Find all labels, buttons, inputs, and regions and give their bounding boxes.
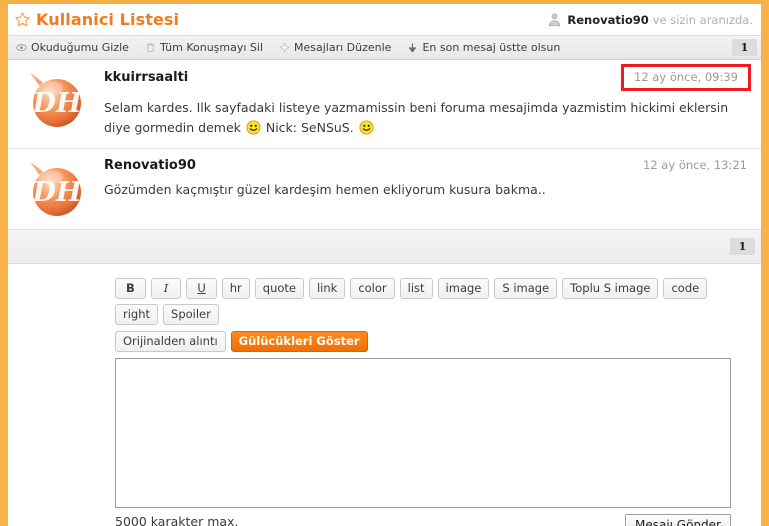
editor-footer: 5000 karakter max. Mesajı Gönder <box>8 514 761 526</box>
presence-username[interactable]: Renovatio90 <box>567 13 648 27</box>
quote-original-button[interactable]: Orijinalden alıntı <box>115 331 226 352</box>
edit-icon <box>279 42 290 53</box>
action-newest-first[interactable]: En son mesaj üstte olsun <box>407 41 560 54</box>
action-edit-messages-label: Mesajları Düzenle <box>294 41 392 54</box>
page-title: Kullanici Listesi <box>36 10 180 29</box>
smiley-icon <box>246 120 261 135</box>
presence-text: ve sizin aranızda. <box>652 12 753 27</box>
bb-link-button[interactable]: link <box>308 278 346 299</box>
bb-italic-button[interactable]: I <box>150 278 182 299</box>
bbcode-toolbar-row-2: Orijinalden alıntı Gülücükleri Göster <box>8 331 761 352</box>
eye-icon <box>16 44 27 51</box>
action-newest-first-label: En son mesaj üstte olsun <box>422 41 561 54</box>
post-text-part-1: Selam kardes. Ilk sayfadaki listeye yazm… <box>104 100 729 135</box>
page-content: Kullanici Listesi Renovatio90 ve sizin a… <box>8 4 761 526</box>
bb-bulk-s-image-button[interactable]: Toplu S image <box>562 278 659 299</box>
bb-right-button[interactable]: right <box>115 304 159 325</box>
send-message-button[interactable]: Mesajı Gönder <box>624 514 731 526</box>
post-body: kkuirrsaalti 12 ay önce, 09:39 Selam kar… <box>104 64 751 138</box>
person-icon <box>549 13 561 27</box>
bb-quote-button[interactable]: quote <box>254 278 304 299</box>
reply-form: B I U hr quote link color list image S i… <box>8 264 761 526</box>
star-icon[interactable] <box>14 11 31 28</box>
action-hide-read-label: Okuduğumu Gizle <box>31 41 129 54</box>
smiley-icon <box>359 120 374 135</box>
bb-bold-button[interactable]: B <box>115 278 146 299</box>
post-text-part-2: Nick: SeNSuS. <box>265 120 354 135</box>
bb-spoiler-button[interactable]: Spoiler <box>163 304 219 325</box>
post-author[interactable]: kkuirrsaalti <box>104 70 188 85</box>
show-smileys-button[interactable]: Gülücükleri Göster <box>230 331 368 352</box>
post-text: Gözümden kaçmıştır güzel kardeşim hemen … <box>104 182 546 197</box>
post-text: Selam kardes. Ilk sayfadaki listeye yazm… <box>104 98 734 138</box>
post-avatar-cell: DH <box>18 157 104 219</box>
bb-s-image-button[interactable]: S image <box>494 278 558 299</box>
bb-image-button[interactable]: image <box>437 278 490 299</box>
page-badge-top[interactable]: 1 <box>732 39 757 56</box>
svg-text:DH: DH <box>32 177 83 208</box>
action-delete-conversation-label: Tüm Konuşmayı Sil <box>159 41 264 54</box>
bb-color-button[interactable]: color <box>350 278 395 299</box>
bb-code-button[interactable]: code <box>663 278 708 299</box>
message-textarea[interactable] <box>115 358 731 508</box>
post-body: Renovatio90 12 ay önce, 13:21 Gözümden k… <box>104 157 751 219</box>
post-item: DH kkuirrsaalti 12 ay önce, 09:39 Selam … <box>8 60 761 149</box>
bb-hr-button[interactable]: hr <box>221 278 250 299</box>
pager-strip-bottom: 1 <box>8 230 761 264</box>
post-header: kkuirrsaalti 12 ay önce, 09:39 <box>104 64 751 91</box>
editor-wrapper <box>8 358 761 508</box>
action-toolbar: Okuduğumu Gizle Tüm Konuşmayı Sil Mesajl… <box>8 36 761 60</box>
character-limit-label: 5000 karakter max. <box>115 514 239 526</box>
page-badge-bottom[interactable]: 1 <box>730 238 755 255</box>
svg-text:DH: DH <box>32 88 83 119</box>
title-bar: Kullanici Listesi Renovatio90 ve sizin a… <box>8 4 761 36</box>
dh-logo-avatar[interactable]: DH <box>24 159 90 219</box>
action-delete-conversation[interactable]: Tüm Konuşmayı Sil <box>145 41 263 54</box>
action-hide-read[interactable]: Okuduğumu Gizle <box>16 41 129 54</box>
forum-page: Kullanici Listesi Renovatio90 ve sizin a… <box>0 0 769 526</box>
arrow-down-icon <box>409 43 417 53</box>
post-timestamp: 12 ay önce, 13:21 <box>643 158 747 172</box>
bbcode-toolbar-row-1: B I U hr quote link color list image S i… <box>8 278 761 325</box>
post-item: DH Renovatio90 12 ay önce, 13:21 Gözümde… <box>8 149 761 230</box>
bb-list-button[interactable]: list <box>399 278 433 299</box>
trash-icon <box>146 42 155 53</box>
presence-indicator: Renovatio90 ve sizin aranızda. <box>547 12 753 27</box>
post-timestamp: 12 ay önce, 09:39 <box>621 64 751 91</box>
post-header: Renovatio90 12 ay önce, 13:21 <box>104 158 747 173</box>
post-author[interactable]: Renovatio90 <box>104 158 196 173</box>
post-avatar-cell: DH <box>18 68 104 138</box>
bb-underline-button[interactable]: U <box>186 278 217 299</box>
dh-logo-avatar[interactable]: DH <box>24 70 90 130</box>
action-edit-messages[interactable]: Mesajları Düzenle <box>279 41 391 54</box>
